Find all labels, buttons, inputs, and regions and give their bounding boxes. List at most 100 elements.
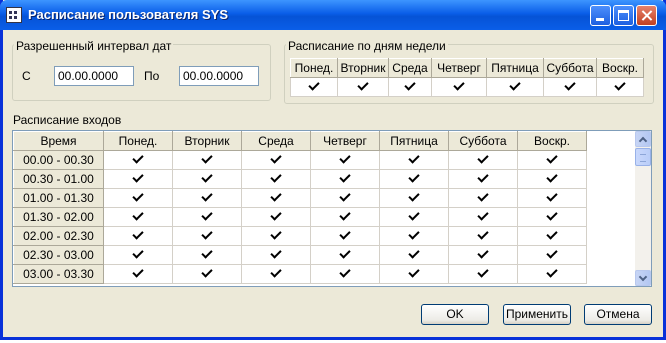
scroll-down-icon[interactable] xyxy=(635,270,651,286)
apply-button[interactable]: Применить xyxy=(503,304,571,325)
entry-checkbox[interactable] xyxy=(103,264,173,284)
checkmark-icon xyxy=(201,247,214,260)
entry-checkbox[interactable] xyxy=(172,264,242,284)
checkmark-icon xyxy=(201,190,214,203)
checkmark-icon xyxy=(477,266,490,279)
from-date-field[interactable] xyxy=(54,66,134,86)
entry-checkbox[interactable] xyxy=(241,169,311,189)
checkmark-icon xyxy=(408,190,421,203)
table-row: 02.30 - 03.00 xyxy=(13,245,587,265)
entry-checkbox[interactable] xyxy=(172,169,242,189)
entry-checkbox[interactable] xyxy=(517,188,587,208)
weekly-day-header: Четверг xyxy=(431,58,487,78)
entry-checkbox[interactable] xyxy=(103,245,173,265)
table-row: 02.00 - 02.30 xyxy=(13,226,587,246)
entry-checkbox[interactable] xyxy=(241,264,311,284)
entry-checkbox[interactable] xyxy=(517,150,587,170)
entry-checkbox[interactable] xyxy=(103,169,173,189)
time-slot-label: 00.30 - 01.00 xyxy=(13,169,104,189)
entry-checkbox[interactable] xyxy=(172,207,242,227)
checkmark-icon xyxy=(201,171,214,184)
entry-checkbox[interactable] xyxy=(517,169,587,189)
entry-checkbox[interactable] xyxy=(448,264,518,284)
checkmark-icon xyxy=(339,152,352,165)
entry-checkbox[interactable] xyxy=(310,188,380,208)
entry-checkbox[interactable] xyxy=(379,169,449,189)
entry-checkbox[interactable] xyxy=(310,226,380,246)
entry-checkbox[interactable] xyxy=(103,188,173,208)
weekly-day-checkbox[interactable] xyxy=(431,77,487,97)
table-row: 00.30 - 01.00 xyxy=(13,169,587,189)
vertical-scrollbar[interactable] xyxy=(635,131,651,286)
checkmark-icon xyxy=(408,152,421,165)
entries-grid[interactable]: Время Понед. Вторник Среда Четверг Пятница Суб… xyxy=(12,130,652,287)
scroll-up-icon[interactable] xyxy=(635,131,651,147)
time-slot-label: 03.00 - 03.30 xyxy=(13,264,104,284)
entry-checkbox[interactable] xyxy=(379,150,449,170)
entry-checkbox[interactable] xyxy=(103,226,173,246)
entry-checkbox[interactable] xyxy=(379,264,449,284)
checkmark-icon xyxy=(477,209,490,222)
entry-checkbox[interactable] xyxy=(517,264,587,284)
entry-checkbox[interactable] xyxy=(103,207,173,227)
entry-checkbox[interactable] xyxy=(241,245,311,265)
weekly-day-checkbox[interactable] xyxy=(486,77,544,97)
entry-checkbox[interactable] xyxy=(310,169,380,189)
cancel-button[interactable]: Отмена xyxy=(584,304,652,325)
minimize-button[interactable] xyxy=(590,5,611,26)
maximize-button[interactable] xyxy=(613,5,634,26)
entry-checkbox[interactable] xyxy=(379,245,449,265)
checkmark-icon xyxy=(546,247,559,260)
checkmark-icon xyxy=(270,171,283,184)
entry-checkbox[interactable] xyxy=(448,207,518,227)
entry-checkbox[interactable] xyxy=(103,150,173,170)
entry-checkbox[interactable] xyxy=(310,150,380,170)
checkmark-icon xyxy=(201,152,214,165)
entries-table: Время Понед. Вторник Среда Четверг Пятница Суб… xyxy=(13,131,587,284)
entry-checkbox[interactable] xyxy=(517,207,587,227)
time-slot-label: 01.30 - 02.00 xyxy=(13,207,104,227)
title-bar[interactable]: Расписание пользователя SYS xyxy=(0,0,666,30)
to-date-field[interactable] xyxy=(179,66,259,86)
entries-day-header: Пятница xyxy=(379,131,449,151)
table-row: 01.30 - 02.00 xyxy=(13,207,587,227)
time-slot-label: 00.00 - 00.30 xyxy=(13,150,104,170)
entry-checkbox[interactable] xyxy=(379,188,449,208)
table-row: 03.00 - 03.30 xyxy=(13,264,587,284)
entry-checkbox[interactable] xyxy=(448,150,518,170)
entry-checkbox[interactable] xyxy=(241,226,311,246)
entry-checkbox[interactable] xyxy=(172,188,242,208)
scroll-thumb[interactable] xyxy=(635,148,651,166)
entry-checkbox[interactable] xyxy=(172,226,242,246)
entry-checkbox[interactable] xyxy=(448,245,518,265)
weekly-day-checkbox[interactable] xyxy=(388,77,432,97)
weekly-day-checkbox[interactable] xyxy=(543,77,597,97)
date-range-group-label: Разрешенный интервал дат xyxy=(14,39,174,53)
entry-checkbox[interactable] xyxy=(241,188,311,208)
entry-checkbox[interactable] xyxy=(379,207,449,227)
app-icon xyxy=(6,7,22,23)
weekly-day-checkbox[interactable] xyxy=(337,77,389,97)
entry-checkbox[interactable] xyxy=(310,245,380,265)
checkmark-icon xyxy=(339,190,352,203)
entry-checkbox[interactable] xyxy=(448,169,518,189)
checkmark-icon xyxy=(201,209,214,222)
entry-checkbox[interactable] xyxy=(448,226,518,246)
close-button[interactable] xyxy=(636,5,657,26)
entry-checkbox[interactable] xyxy=(310,207,380,227)
entry-checkbox[interactable] xyxy=(172,245,242,265)
weekly-day-checkbox[interactable] xyxy=(290,77,338,97)
entry-checkbox[interactable] xyxy=(310,264,380,284)
entry-checkbox[interactable] xyxy=(517,245,587,265)
checkmark-icon xyxy=(339,228,352,241)
entry-checkbox[interactable] xyxy=(241,150,311,170)
entry-checkbox[interactable] xyxy=(448,188,518,208)
ok-button[interactable]: OK xyxy=(421,304,489,325)
entry-checkbox[interactable] xyxy=(172,150,242,170)
checkmark-icon xyxy=(270,209,283,222)
weekly-day-checkbox[interactable] xyxy=(596,77,644,97)
entry-checkbox[interactable] xyxy=(379,226,449,246)
entry-checkbox[interactable] xyxy=(241,207,311,227)
entry-checkbox[interactable] xyxy=(517,226,587,246)
time-slot-label: 02.00 - 02.30 xyxy=(13,226,104,246)
